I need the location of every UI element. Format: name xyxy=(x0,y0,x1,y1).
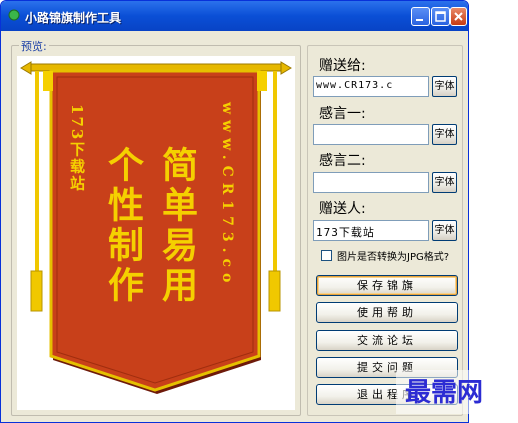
help-button[interactable]: 使用帮助 xyxy=(316,302,458,323)
right-tassel xyxy=(268,270,281,312)
banner-main-col2: 简单易用 xyxy=(156,146,198,306)
app-icon xyxy=(8,9,20,21)
maximize-icon xyxy=(435,11,446,22)
recipient-label: 赠送给: xyxy=(319,58,366,74)
left-top-tab xyxy=(43,71,53,91)
close-button[interactable] xyxy=(450,7,467,26)
forum-button[interactable]: 交流论坛 xyxy=(316,330,458,351)
close-icon xyxy=(454,12,463,21)
app-window: 小路锦旗制作工具 预览: 173下载站 个性制作 简单易用 www.CR173.… xyxy=(0,0,469,423)
left-tassel xyxy=(30,270,43,312)
rod-right-tip xyxy=(280,61,292,75)
recipient-input[interactable]: www.CR173.c xyxy=(313,76,429,97)
preview-label: 预览: xyxy=(19,38,49,54)
left-cord xyxy=(35,71,39,271)
minimize-button[interactable] xyxy=(411,7,430,26)
title-bar[interactable]: 小路锦旗制作工具 xyxy=(1,1,468,31)
banner-main-col1: 个性制作 xyxy=(102,146,144,306)
message2-font-button[interactable]: 字体 xyxy=(432,172,457,193)
maximize-button[interactable] xyxy=(431,7,450,26)
message2-input[interactable] xyxy=(313,172,429,193)
right-top-tab xyxy=(257,71,267,91)
message2-label: 感言二: xyxy=(319,153,366,169)
recipient-font-button[interactable]: 字体 xyxy=(432,76,457,97)
banner-left-text: 173下载站 xyxy=(68,104,86,192)
giver-input[interactable]: 173下载站 xyxy=(313,220,429,241)
banner-preview-image: 173下载站 个性制作 简单易用 www.CR173.co xyxy=(20,61,292,394)
save-banner-button[interactable]: 保存锦旗 xyxy=(316,275,458,296)
message1-label: 感言一: xyxy=(319,106,366,122)
giver-label: 赠送人: xyxy=(319,201,366,217)
right-cord xyxy=(273,71,277,271)
giver-font-button[interactable]: 字体 xyxy=(432,220,457,241)
jpg-checkbox-label: 图片是否转换为JPG格式? xyxy=(337,252,450,263)
minimize-icon xyxy=(416,19,423,21)
message1-input[interactable] xyxy=(313,124,429,145)
rod-left-tip xyxy=(20,61,32,75)
message1-font-button[interactable]: 字体 xyxy=(432,124,457,145)
watermark-text: 最需网 xyxy=(405,378,484,408)
banner-right-text: www.CR173.co xyxy=(219,101,235,288)
window-title: 小路锦旗制作工具 xyxy=(25,11,122,25)
jpg-checkbox[interactable] xyxy=(321,250,332,261)
